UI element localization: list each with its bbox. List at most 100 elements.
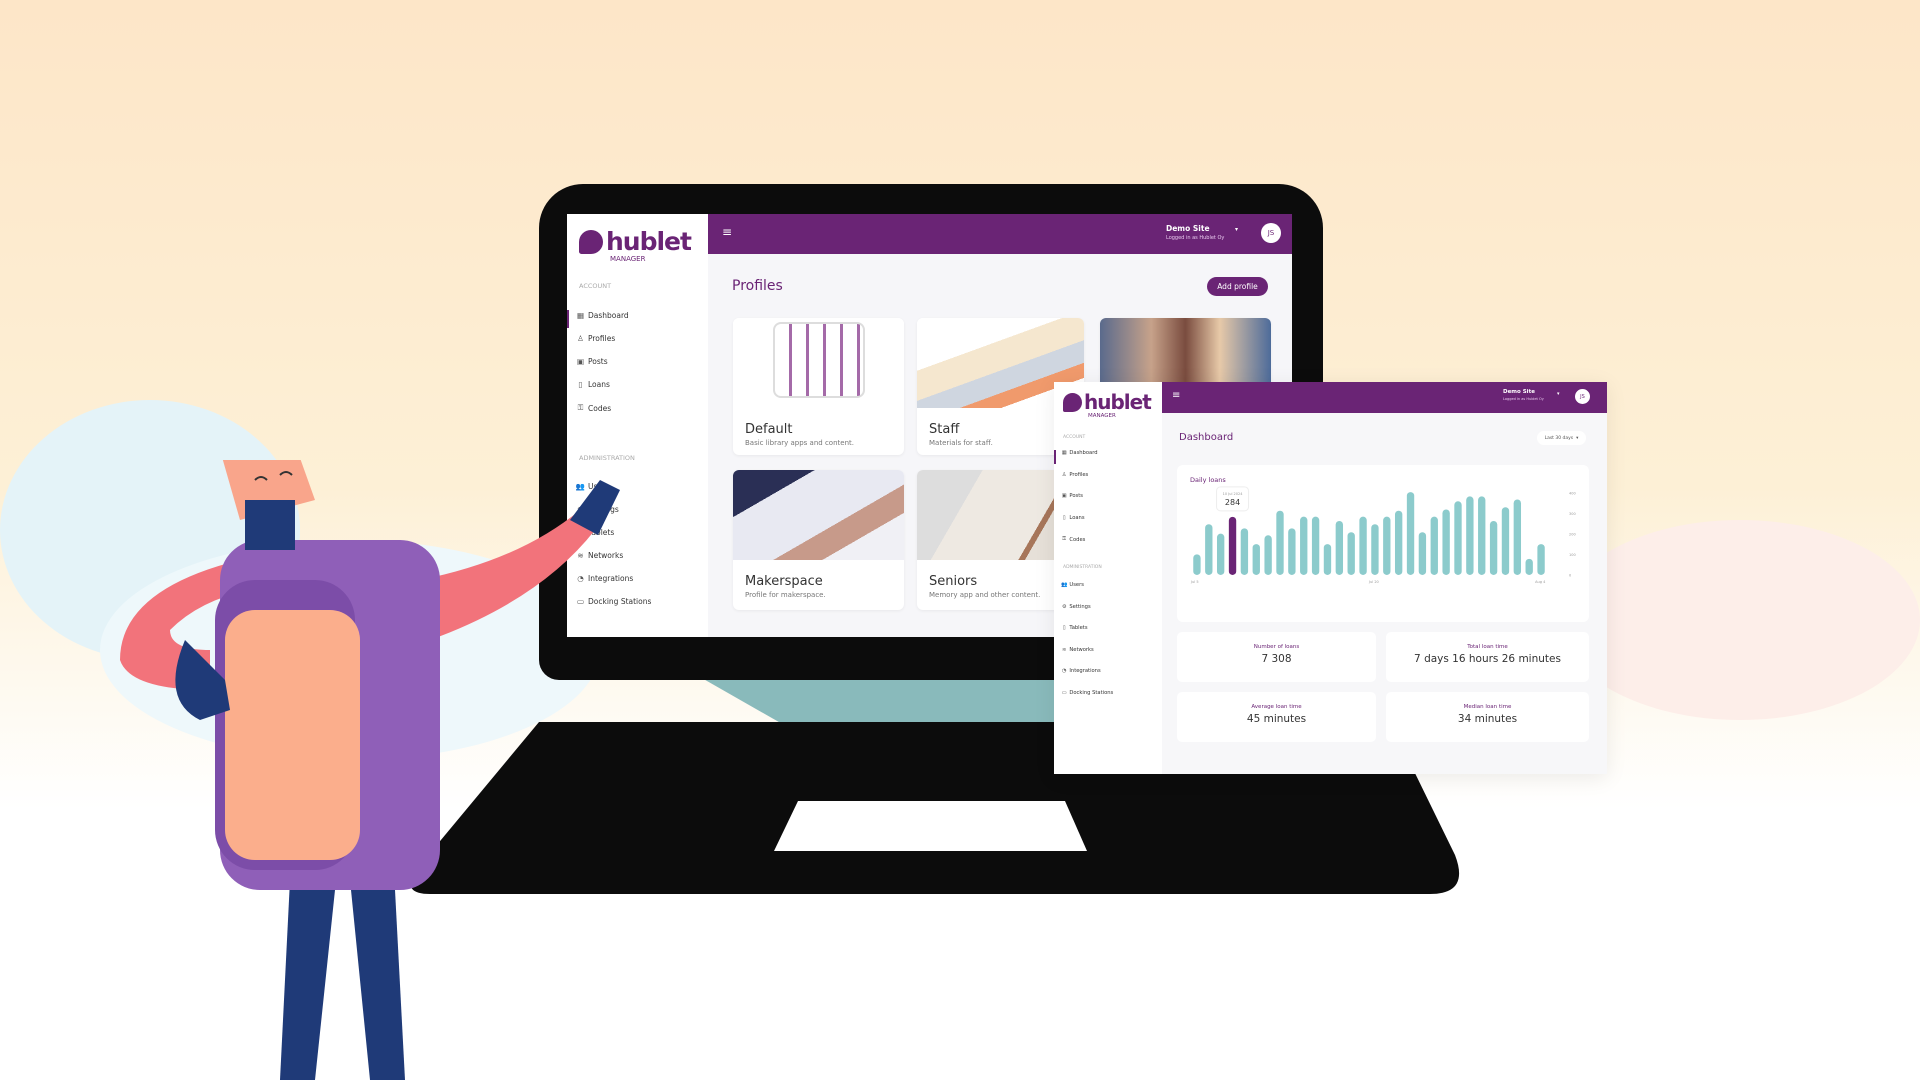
calendar-icon: ▣ — [1061, 493, 1067, 499]
profile-description: Profile for makerspace. — [745, 591, 826, 599]
profile-description: Memory app and other content. — [929, 591, 1041, 599]
stat-label: Average loan time — [1251, 704, 1302, 710]
daily-loans-card: Daily loans 0 100 200 300 400 Jul 5 Jul 20 Aug … — [1177, 465, 1589, 622]
sidebar-item-label: Docking Stations — [1069, 689, 1114, 696]
stat-label: Number of loans — [1253, 644, 1300, 650]
sidebar-item-profiles[interactable]: ♙ Profiles — [1059, 472, 1088, 478]
site-name[interactable]: Demo Site — [1166, 224, 1210, 233]
key-icon: ⚿ — [577, 403, 584, 412]
sidebar-item-codes[interactable]: ⚿ Codes — [573, 403, 611, 413]
stat-label: Total loan time — [1467, 644, 1508, 650]
stat-value: 7 days 16 hours 26 minutes — [1414, 653, 1561, 665]
stat-average-loan-time: Average loan time 45 minutes — [1177, 692, 1376, 742]
sidebar-item-label: Codes — [1069, 536, 1086, 543]
sidebar-item-dashboard[interactable]: ▦ Dashboard — [1059, 450, 1098, 456]
character-illustration — [120, 460, 620, 1080]
logo-text: hublet — [606, 227, 692, 256]
profile-description: Materials for staff. — [929, 439, 993, 447]
tablet-check-icon: ▯ — [578, 380, 583, 389]
monitor-icon: ▭ — [1061, 689, 1067, 696]
stat-label: Median loan time — [1463, 704, 1512, 710]
active-indicator — [1054, 450, 1056, 464]
chart-bar — [1359, 516, 1367, 575]
stat-value: 7 308 — [1261, 653, 1292, 665]
y-tick-label: 300 — [1569, 512, 1576, 516]
chevron-down-icon[interactable]: ▾ — [1235, 226, 1238, 233]
sidebar-item-networks[interactable]: ≋ Networks — [1059, 647, 1094, 653]
sidebar-item-label: Loans — [588, 380, 610, 389]
chart-bar — [1466, 496, 1474, 575]
stat-number-of-loans: Number of loans 7 308 — [1177, 632, 1376, 682]
logo-text: hublet — [1084, 390, 1152, 414]
avatar[interactable]: JS — [1261, 223, 1281, 243]
sidebar-item-label: Profiles — [1069, 471, 1089, 478]
hamburger-icon[interactable]: ≡ — [722, 225, 732, 239]
sidebar-item-dashboard[interactable]: ▦ Dashboard — [573, 311, 629, 320]
x-tick-label: Aug 4 — [1535, 580, 1546, 584]
section-label: ACCOUNT — [1063, 435, 1086, 440]
sidebar-item-settings[interactable]: ⚙Settings — [1059, 604, 1091, 610]
hublet-logo-icon — [1063, 392, 1082, 412]
daily-loans-chart: 0 100 200 300 400 Jul 5 Jul 20 Aug 4 10 Jul 2024… — [1190, 486, 1576, 584]
sidebar: hublet MANAGER ACCOUNT ▦ Dashboard ♙ Profil… — [1054, 382, 1162, 774]
add-profile-button[interactable]: Add profile — [1207, 277, 1268, 296]
sidebar-item-label: Tablets — [1069, 625, 1088, 631]
sidebar-item-users[interactable]: 👥Users — [1059, 582, 1084, 588]
key-icon: ⚿ — [1062, 536, 1067, 542]
profile-card-default[interactable]: Default Basic library apps and content. — [733, 318, 904, 455]
logged-in-text: Logged in as Hublet Oy — [1503, 397, 1544, 401]
chart-bar — [1406, 492, 1415, 575]
top-header: ≡ Demo Site Logged in as Hublet Oy ▾ JS — [708, 214, 1292, 254]
sidebar-item-docking-stations[interactable]: ▭ Docking Stations — [1059, 689, 1114, 696]
chart-bar — [1276, 510, 1284, 575]
logo: hublet — [1063, 390, 1152, 414]
person-icon: ♙ — [1061, 471, 1067, 478]
hublet-logo-icon — [579, 229, 603, 254]
hamburger-icon[interactable]: ≡ — [1172, 390, 1180, 401]
sidebar-item-loans[interactable]: ▯ Loans — [1059, 515, 1085, 521]
chart-bar — [1383, 516, 1391, 575]
logo-subtitle: MANAGER — [610, 255, 646, 263]
chevron-down-icon[interactable]: ▾ — [1557, 391, 1560, 397]
chart-bar — [1240, 528, 1249, 575]
sidebar-item-integrations[interactable]: ◔ Integrations — [1059, 668, 1101, 674]
section-label: ACCOUNT — [579, 282, 612, 290]
sidebar-item-profiles[interactable]: ♙ Profiles — [573, 334, 615, 343]
x-tick-label: Jul 5 — [1190, 580, 1199, 584]
sidebar-item-label: Networks — [1069, 646, 1094, 653]
chevron-down-icon: ▾ — [1576, 435, 1579, 441]
calendar-icon: ▣ — [576, 357, 585, 366]
chart-bar — [1264, 535, 1272, 575]
drawing-image — [733, 470, 904, 560]
sidebar-item-label: Settings — [1069, 603, 1091, 610]
sidebar-item-tablets[interactable]: ▯Tablets — [1059, 625, 1088, 631]
grid-icon: ▦ — [576, 311, 585, 320]
grid-icon: ▦ — [1061, 450, 1067, 456]
stat-value: 34 minutes — [1457, 713, 1518, 725]
sidebar-item-label: Dashboard — [588, 311, 629, 320]
page-title: Dashboard — [1179, 432, 1234, 443]
sidebar-item-label: Posts — [1069, 493, 1083, 499]
chart-bar — [1371, 524, 1379, 575]
sidebar-item-codes[interactable]: ⚿ Codes — [1059, 536, 1085, 543]
profile-title: Makerspace — [745, 574, 823, 589]
sidebar-item-label: Posts — [588, 357, 608, 366]
chart-bar — [1216, 533, 1225, 575]
chart-bar — [1300, 516, 1308, 575]
chart-bar — [1193, 554, 1201, 575]
avatar[interactable]: JS — [1575, 389, 1590, 404]
chart-bar — [1252, 544, 1260, 575]
wifi-icon: ≋ — [1062, 646, 1067, 653]
chart-bar — [1489, 520, 1498, 575]
date-range-select[interactable]: Last 30 days ▾ — [1537, 431, 1586, 445]
tablet-icon: ▯ — [1062, 625, 1066, 631]
users-icon: 👥 — [1060, 582, 1068, 588]
sidebar-item-posts[interactable]: ▣ Posts — [573, 357, 608, 366]
sidebar-item-label: Users — [1069, 582, 1084, 588]
select-value: Last 30 days — [1544, 435, 1574, 441]
sidebar-item-posts[interactable]: ▣ Posts — [1059, 493, 1083, 499]
site-name[interactable]: Demo Site — [1503, 389, 1535, 395]
profile-card-makerspace[interactable]: Makerspace Profile for makerspace. — [733, 470, 904, 610]
sidebar-item-loans[interactable]: ▯ Loans — [573, 380, 610, 389]
chart-bar — [1537, 544, 1545, 575]
